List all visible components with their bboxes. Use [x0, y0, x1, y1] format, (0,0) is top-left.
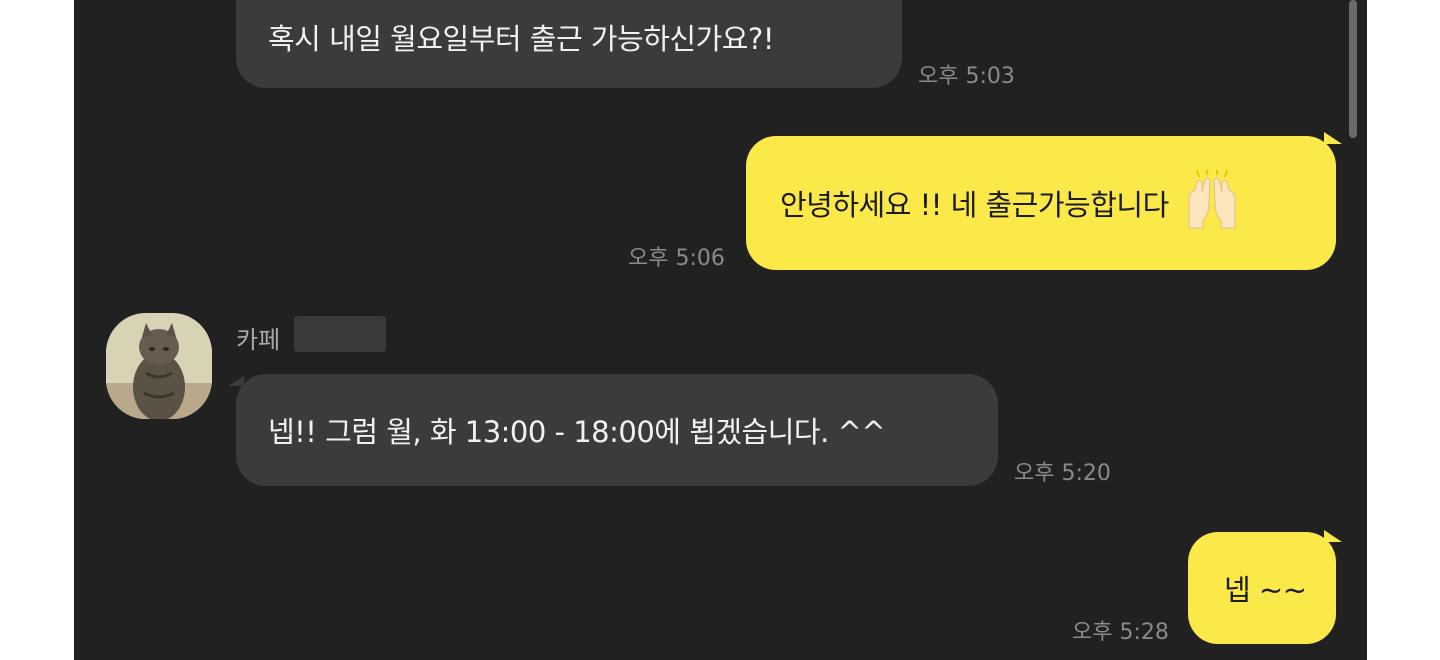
incoming-message-bubble[interactable]: 혹시 내일 월요일부터 출근 가능하신가요?!	[236, 0, 902, 88]
avatar[interactable]	[106, 313, 212, 419]
redacted-name	[294, 316, 386, 352]
outgoing-message-bubble[interactable]: 넵 ~~	[1188, 532, 1336, 644]
message-timestamp: 오후 5:03	[918, 64, 1015, 89]
message-text: 안녕하세요 !! 네 출근가능합니다	[780, 188, 1169, 222]
sender-name: 카페	[236, 326, 281, 354]
message-timestamp: 오후 5:20	[1014, 461, 1111, 486]
outgoing-message-bubble[interactable]: 안녕하세요 !! 네 출근가능합니다	[746, 136, 1336, 270]
raising-hands-icon	[1183, 168, 1241, 237]
scrollbar[interactable]	[1349, 0, 1357, 138]
incoming-message-bubble[interactable]: 넵!! 그럼 월, 화 13:00 - 18:00에 뵙겠습니다. ^^	[236, 374, 998, 486]
message-text: 혹시 내일 월요일부터 출근 가능하신가요?!	[268, 22, 774, 56]
bubble-tail	[1324, 530, 1342, 542]
message-timestamp: 오후 5:28	[1072, 620, 1169, 645]
bubble-tail	[1324, 132, 1342, 144]
message-text: 넵!! 그럼 월, 화 13:00 - 18:00에 뵙겠습니다. ^^	[268, 415, 886, 449]
message-timestamp: 오후 5:06	[628, 246, 725, 271]
cat-avatar-icon	[106, 313, 212, 419]
message-text: 넵 ~~	[1224, 573, 1307, 607]
chat-window: 혹시 내일 월요일부터 출근 가능하신가요?! 오후 5:03 안녕하세요 !!…	[74, 0, 1367, 660]
